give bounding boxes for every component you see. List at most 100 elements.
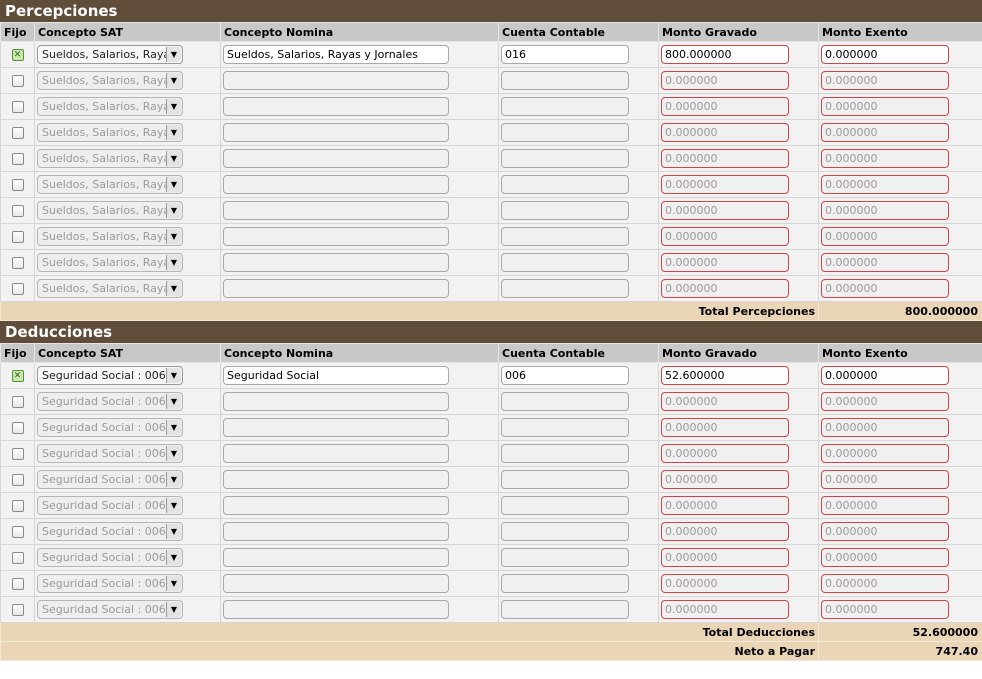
monto-exento-input[interactable]: 0.000000 xyxy=(821,71,949,90)
chevron-down-icon[interactable]: ▼ xyxy=(166,203,181,218)
monto-exento-input[interactable]: 0.000000 xyxy=(821,496,949,515)
cuenta-contable-input[interactable] xyxy=(501,149,629,168)
monto-gravado-input[interactable]: 0.000000 xyxy=(661,253,789,272)
chevron-down-icon[interactable]: ▼ xyxy=(166,524,181,539)
concepto-nomina-input[interactable] xyxy=(223,175,449,194)
monto-exento-input[interactable]: 0.000000 xyxy=(821,97,949,116)
chevron-down-icon[interactable]: ▼ xyxy=(166,602,181,617)
concepto-nomina-input[interactable] xyxy=(223,279,449,298)
concepto-nomina-input[interactable] xyxy=(223,97,449,116)
monto-gravado-input[interactable]: 0.000000 xyxy=(661,470,789,489)
cuenta-contable-input[interactable] xyxy=(501,71,629,90)
chevron-down-icon[interactable]: ▼ xyxy=(166,281,181,296)
monto-gravado-input[interactable]: 0.000000 xyxy=(661,496,789,515)
monto-exento-input[interactable]: 0.000000 xyxy=(821,418,949,437)
concepto-nomina-input[interactable] xyxy=(223,418,449,437)
concepto-nomina-input[interactable] xyxy=(223,522,449,541)
monto-gravado-input[interactable]: 0.000000 xyxy=(661,392,789,411)
chevron-down-icon[interactable]: ▼ xyxy=(166,125,181,140)
concepto-nomina-input[interactable] xyxy=(223,470,449,489)
cuenta-contable-input[interactable] xyxy=(501,123,629,142)
fijo-checkbox[interactable] xyxy=(11,101,24,113)
monto-gravado-input[interactable]: 0.000000 xyxy=(661,600,789,619)
chevron-down-icon[interactable]: ▼ xyxy=(166,498,181,513)
fijo-checkbox[interactable] xyxy=(11,474,24,486)
monto-gravado-input[interactable]: 0.000000 xyxy=(661,574,789,593)
cuenta-contable-input[interactable]: 016 xyxy=(501,45,629,64)
monto-exento-input[interactable]: 0.000000 xyxy=(821,45,949,64)
monto-gravado-input[interactable]: 0.000000 xyxy=(661,71,789,90)
fijo-checkbox[interactable] xyxy=(11,231,24,243)
cuenta-contable-input[interactable] xyxy=(501,279,629,298)
cuenta-contable-input[interactable] xyxy=(501,600,629,619)
concepto-nomina-input[interactable] xyxy=(223,253,449,272)
concepto-nomina-input[interactable] xyxy=(223,600,449,619)
chevron-down-icon[interactable]: ▼ xyxy=(166,472,181,487)
chevron-down-icon[interactable]: ▼ xyxy=(166,550,181,565)
cuenta-contable-input[interactable] xyxy=(501,227,629,246)
chevron-down-icon[interactable]: ▼ xyxy=(166,47,181,62)
concepto-sat-select[interactable]: Sueldos, Salarios, Raya ▼ xyxy=(37,149,183,168)
fijo-checkbox[interactable] xyxy=(11,48,24,62)
concepto-sat-select[interactable]: Sueldos, Salarios, Raya ▼ xyxy=(37,201,183,220)
concepto-sat-select[interactable]: Sueldos, Salarios, Raya ▼ xyxy=(37,97,183,116)
monto-exento-input[interactable]: 0.000000 xyxy=(821,444,949,463)
chevron-down-icon[interactable]: ▼ xyxy=(166,420,181,435)
monto-exento-input[interactable]: 0.000000 xyxy=(821,366,949,385)
cuenta-contable-input[interactable] xyxy=(501,97,629,116)
concepto-sat-select[interactable]: Seguridad Social : 006 ▼ xyxy=(37,548,183,567)
chevron-down-icon[interactable]: ▼ xyxy=(166,576,181,591)
monto-gravado-input[interactable]: 0.000000 xyxy=(661,97,789,116)
concepto-nomina-input[interactable] xyxy=(223,444,449,463)
monto-exento-input[interactable]: 0.000000 xyxy=(821,522,949,541)
concepto-nomina-input[interactable]: Sueldos, Salarios, Rayas y Jornales xyxy=(223,45,449,64)
concepto-sat-select[interactable]: Sueldos, Salarios, Raya ▼ xyxy=(37,279,183,298)
concepto-sat-select[interactable]: Sueldos, Salarios, Raya ▼ xyxy=(37,71,183,90)
chevron-down-icon[interactable]: ▼ xyxy=(166,394,181,409)
concepto-nomina-input[interactable] xyxy=(223,392,449,411)
concepto-sat-select[interactable]: Seguridad Social : 006 ▼ xyxy=(37,392,183,411)
monto-exento-input[interactable]: 0.000000 xyxy=(821,149,949,168)
monto-gravado-input[interactable]: 0.000000 xyxy=(661,522,789,541)
concepto-sat-select[interactable]: Sueldos, Salarios, Raya ▼ xyxy=(37,45,183,64)
concepto-nomina-input[interactable] xyxy=(223,71,449,90)
monto-exento-input[interactable]: 0.000000 xyxy=(821,470,949,489)
concepto-sat-select[interactable]: Seguridad Social : 006 ▼ xyxy=(37,470,183,489)
concepto-sat-select[interactable]: Sueldos, Salarios, Raya ▼ xyxy=(37,227,183,246)
cuenta-contable-input[interactable] xyxy=(501,548,629,567)
monto-gravado-input[interactable]: 0.000000 xyxy=(661,149,789,168)
monto-gravado-input[interactable]: 0.000000 xyxy=(661,175,789,194)
fijo-checkbox[interactable] xyxy=(11,283,24,295)
fijo-checkbox[interactable] xyxy=(11,526,24,538)
cuenta-contable-input[interactable] xyxy=(501,522,629,541)
monto-exento-input[interactable]: 0.000000 xyxy=(821,600,949,619)
fijo-checkbox[interactable] xyxy=(11,127,24,139)
concepto-nomina-input[interactable] xyxy=(223,123,449,142)
concepto-sat-select[interactable]: Seguridad Social : 006 ▼ xyxy=(37,574,183,593)
fijo-checkbox[interactable] xyxy=(11,396,24,408)
monto-exento-input[interactable]: 0.000000 xyxy=(821,175,949,194)
monto-exento-input[interactable]: 0.000000 xyxy=(821,279,949,298)
cuenta-contable-input[interactable] xyxy=(501,201,629,220)
concepto-sat-select[interactable]: Seguridad Social : 006 ▼ xyxy=(37,522,183,541)
fijo-checkbox[interactable] xyxy=(11,604,24,616)
fijo-checkbox[interactable] xyxy=(11,578,24,590)
concepto-nomina-input[interactable] xyxy=(223,548,449,567)
concepto-sat-select[interactable]: Seguridad Social : 006 ▼ xyxy=(37,496,183,515)
fijo-checkbox[interactable] xyxy=(11,369,24,383)
fijo-checkbox[interactable] xyxy=(11,422,24,434)
monto-gravado-input[interactable]: 0.000000 xyxy=(661,201,789,220)
cuenta-contable-input[interactable]: 006 xyxy=(501,366,629,385)
chevron-down-icon[interactable]: ▼ xyxy=(166,177,181,192)
cuenta-contable-input[interactable] xyxy=(501,496,629,515)
chevron-down-icon[interactable]: ▼ xyxy=(166,229,181,244)
cuenta-contable-input[interactable] xyxy=(501,470,629,489)
cuenta-contable-input[interactable] xyxy=(501,175,629,194)
monto-exento-input[interactable]: 0.000000 xyxy=(821,574,949,593)
monto-exento-input[interactable]: 0.000000 xyxy=(821,392,949,411)
monto-exento-input[interactable]: 0.000000 xyxy=(821,253,949,272)
concepto-nomina-input[interactable] xyxy=(223,574,449,593)
chevron-down-icon[interactable]: ▼ xyxy=(166,446,181,461)
concepto-nomina-input[interactable]: Seguridad Social xyxy=(223,366,449,385)
concepto-nomina-input[interactable] xyxy=(223,496,449,515)
